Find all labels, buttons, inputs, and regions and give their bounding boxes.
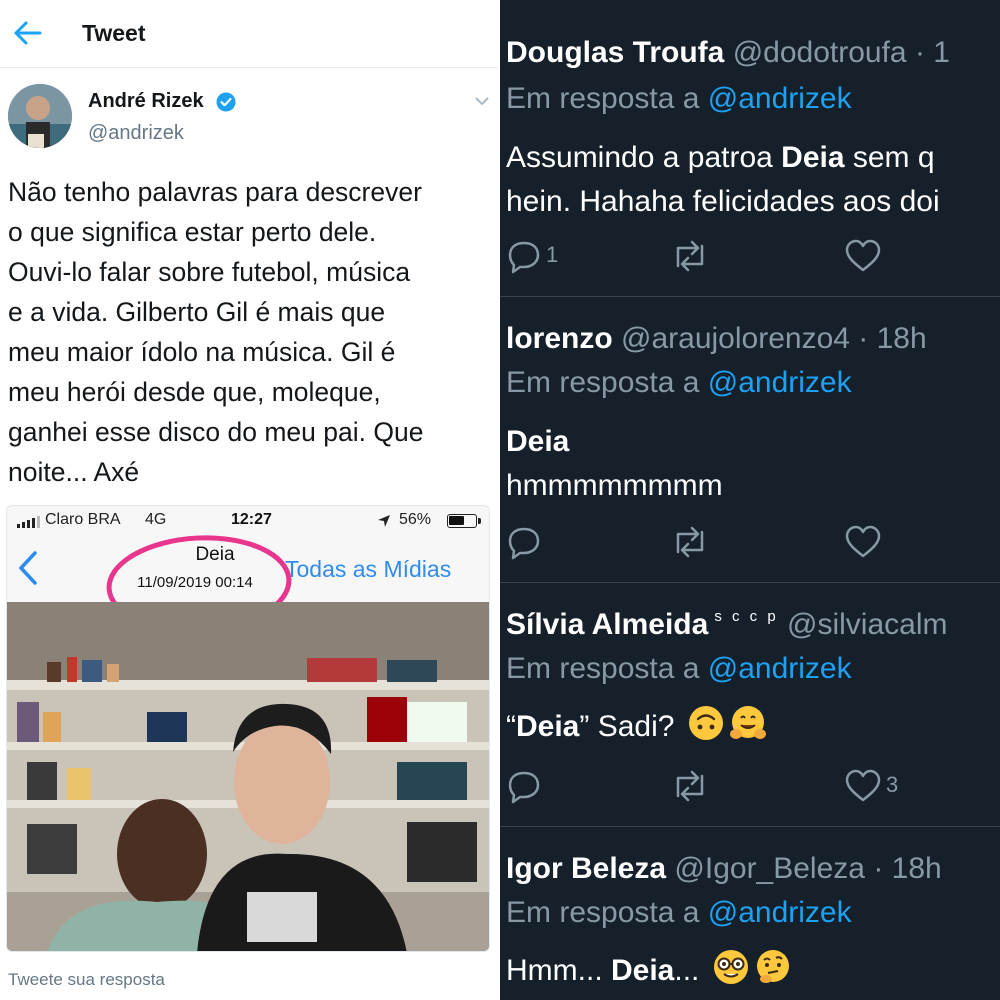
retweet-icon xyxy=(676,526,704,558)
reply-time: · 18h xyxy=(873,852,942,885)
retweet-icon xyxy=(676,770,704,802)
battery-icon xyxy=(447,514,481,528)
battery-percent: 56% xyxy=(399,511,432,528)
tweet-line: meu maior ídolo na música. Gil é xyxy=(8,337,396,367)
heart-icon xyxy=(845,769,881,802)
nerd-face-emoji xyxy=(713,950,748,984)
reply-time: · 18h xyxy=(858,322,927,355)
reply-time: · 1 xyxy=(914,36,950,69)
reply-author-handle[interactable]: @Igor_Beleza xyxy=(674,852,865,885)
divider xyxy=(500,826,1000,827)
thinking-face-emoji xyxy=(756,950,789,983)
in-reply-prefix: Em resposta a xyxy=(506,652,700,685)
in-reply-to: Em resposta a @andrizek xyxy=(506,896,852,930)
reply-author-name[interactable]: Douglas Troufa xyxy=(506,36,724,69)
signal-bars-icon xyxy=(17,516,40,528)
tweet-line: e a vida. Gilberto Gil é mais que xyxy=(8,297,386,327)
author-name[interactable]: André Rizek xyxy=(88,90,204,113)
carrier-name: Claro BRA xyxy=(45,511,121,528)
in-reply-to: Em resposta a @andrizek xyxy=(506,652,852,686)
reply-line: Assumindo a patroa Deia sem q xyxy=(506,141,935,174)
status-time: 12:27 xyxy=(231,511,272,528)
tweet-line: meu herói desde que, moleque, xyxy=(8,377,381,407)
reply-text: Deia hmmmmmmmm xyxy=(506,420,723,508)
page-title: Tweet xyxy=(82,20,146,46)
reply-actions: 1 xyxy=(506,236,996,276)
reply-actions xyxy=(506,522,996,562)
retweet-icon xyxy=(676,240,704,272)
reply-input[interactable]: Tweete sua resposta xyxy=(8,970,165,990)
reply-author-handle[interactable]: @araujolorenzo4 xyxy=(621,322,850,355)
upside-down-face-emoji xyxy=(688,706,723,740)
tweet-header: Tweet xyxy=(0,0,498,68)
reply-actions: 3 xyxy=(506,766,996,806)
tweet-media-screenshot[interactable]: Claro BRA 4G 12:27 56% Deia 11/09/2019 0… xyxy=(6,505,490,952)
heart-icon xyxy=(845,525,881,558)
reply-author-name[interactable]: Sílvia Almeida xyxy=(506,608,708,641)
mention-link[interactable]: @andrizek xyxy=(708,82,852,115)
tweet-line: ganhei esse disco do meu pai. Que xyxy=(8,417,424,447)
hugging-face-emoji xyxy=(729,706,766,739)
chevron-left-icon xyxy=(19,551,37,585)
tweet-line: Ouvi-lo falar sobre futebol, música xyxy=(8,257,411,287)
avatar[interactable] xyxy=(8,84,72,148)
reply-count: 1 xyxy=(546,242,559,267)
replies-panel: Douglas Troufa @dodotroufa · 1 Em respos… xyxy=(500,0,1000,1000)
location-arrow-icon xyxy=(378,515,390,527)
in-reply-to: Em resposta a @andrizek xyxy=(506,82,852,116)
comment-icon xyxy=(508,771,540,804)
in-reply-to: Em resposta a @andrizek xyxy=(506,366,852,400)
mention-link[interactable]: @andrizek xyxy=(708,366,852,399)
in-reply-prefix: Em resposta a xyxy=(506,366,700,399)
tweet-line: Não tenho palavras para descrever xyxy=(8,177,422,207)
reply-text: “Deia” Sadi? xyxy=(506,704,767,749)
reply-header: lorenzo @araujolorenzo4 · 18h xyxy=(506,322,927,356)
reply-line: “Deia” Sadi? xyxy=(506,704,767,749)
reply-author-name[interactable]: lorenzo xyxy=(506,322,613,355)
back-arrow-icon[interactable] xyxy=(10,18,44,48)
divider xyxy=(500,582,1000,583)
mention-link[interactable]: @andrizek xyxy=(708,896,852,929)
reply-author-handle[interactable]: @dodotroufa xyxy=(733,36,907,69)
reply-line: hmmmmmmmm xyxy=(506,469,723,502)
comment-icon xyxy=(508,241,540,274)
divider xyxy=(500,296,1000,297)
network-type: 4G xyxy=(145,511,167,528)
reply-author-handle[interactable]: @silviacalm xyxy=(787,608,947,641)
verified-badge-icon xyxy=(216,92,236,112)
tweet-detail-panel: Tweet André Rizek @andrizek Não tenho pa… xyxy=(0,0,498,1000)
reply-line: Deia xyxy=(506,425,570,458)
mention-link[interactable]: @andrizek xyxy=(708,652,852,685)
reply-author-name[interactable]: Igor Beleza xyxy=(506,852,666,885)
reply-line: Hmm... Deia... xyxy=(506,948,792,993)
reply-header: Igor Beleza @Igor_Beleza · 18h xyxy=(506,852,942,886)
reply-header: Douglas Troufa @dodotroufa · 1 xyxy=(506,36,950,70)
reply-text: Assumindo a patroa Deia sem q hein. Haha… xyxy=(506,136,940,224)
author-handle[interactable]: @andrizek xyxy=(88,122,184,145)
all-media-link: Todas as Mídias xyxy=(285,556,452,582)
reply-header: Sílvia Almeida s c c p @silviacalm xyxy=(506,608,948,642)
tweet-line: o que significa estar perto dele. xyxy=(8,217,377,247)
reply-text: Hmm... Deia... xyxy=(506,948,792,993)
tweet-line: noite... Axé xyxy=(8,457,140,487)
photo-image xyxy=(7,602,489,951)
in-reply-prefix: Em resposta a xyxy=(506,896,700,929)
in-reply-prefix: Em resposta a xyxy=(506,82,700,115)
tweet-text: Não tenho palavras para descrever o que … xyxy=(8,172,498,492)
like-count: 3 xyxy=(886,772,899,797)
chevron-down-icon[interactable] xyxy=(474,96,490,106)
reply-author-badge: s c c p xyxy=(714,608,779,625)
heart-icon xyxy=(845,239,881,272)
comment-icon xyxy=(508,527,540,560)
battery-level xyxy=(449,516,464,525)
reply-line: hein. Hahaha felicidades aos doi xyxy=(506,185,940,218)
